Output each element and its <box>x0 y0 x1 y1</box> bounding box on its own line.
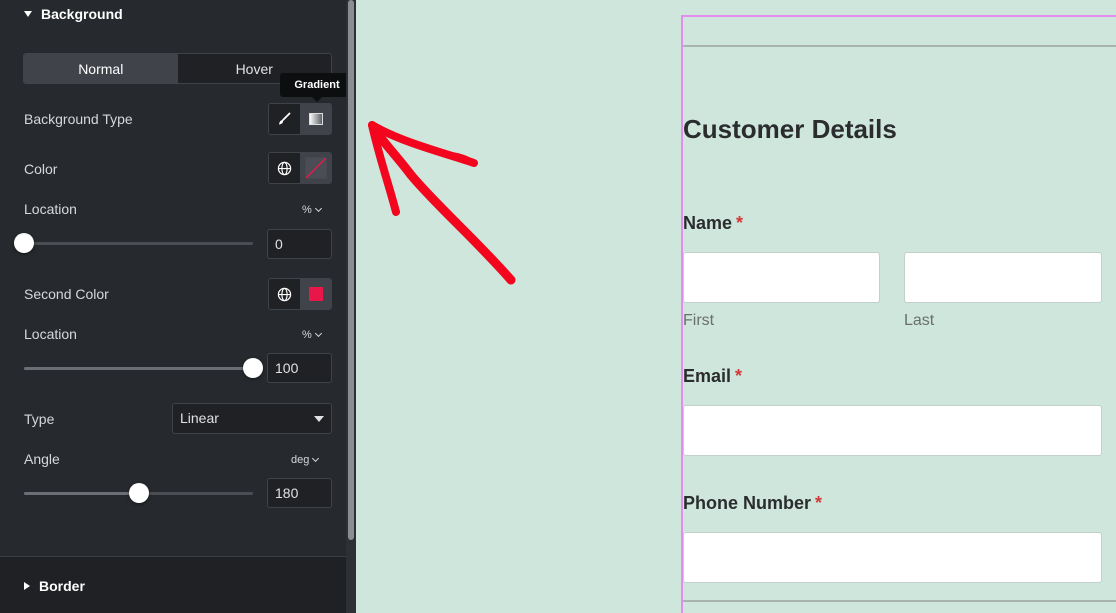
chevron-down-icon <box>314 204 322 213</box>
location-slider[interactable] <box>14 233 253 253</box>
first-name-input[interactable] <box>683 252 880 303</box>
color-swatch-empty[interactable] <box>299 153 331 183</box>
email-input[interactable] <box>683 405 1102 456</box>
border-section-title: Border <box>39 578 85 594</box>
no-color-icon <box>305 157 327 179</box>
globe-icon <box>277 161 291 175</box>
unit-text: % <box>302 329 312 341</box>
email-label: Email * <box>683 366 742 387</box>
second-color-label: Second Color <box>24 286 109 302</box>
location-unit-select-2[interactable]: % <box>302 329 322 341</box>
phone-label-text: Phone Number <box>683 493 812 513</box>
angle-unit-select[interactable]: deg <box>291 454 320 466</box>
second-color-control <box>268 278 332 310</box>
gradient-icon <box>308 113 323 125</box>
last-name-input[interactable] <box>904 252 1102 303</box>
location-unit-select[interactable]: % <box>302 204 322 216</box>
preview-canvas: Customer Details Name * First Last Email *… <box>356 0 1116 613</box>
slider-fill <box>24 492 139 495</box>
color-label: Color <box>24 161 58 177</box>
name-label-text: Name <box>683 213 733 233</box>
location-label: Location <box>24 201 77 217</box>
tab-normal[interactable]: Normal <box>24 54 178 83</box>
border-section-header[interactable]: Border <box>24 578 85 594</box>
required-asterisk: * <box>815 493 823 513</box>
phone-label: Phone Number * <box>683 493 822 514</box>
required-asterisk: * <box>735 366 743 386</box>
gradient-background-button[interactable] <box>299 104 331 134</box>
global-color-button[interactable] <box>269 153 300 183</box>
background-type-control <box>268 103 332 135</box>
background-section-header[interactable]: Background <box>24 6 123 22</box>
color-control <box>268 152 332 184</box>
unit-text: deg <box>291 454 310 466</box>
angle-label: Angle <box>24 451 60 467</box>
phone-input[interactable] <box>683 532 1102 583</box>
background-type-label: Background Type <box>24 111 133 127</box>
globe-icon <box>277 287 291 301</box>
chevron-down-icon <box>314 329 322 338</box>
last-sublabel: Last <box>904 312 935 329</box>
caret-right-icon <box>24 582 30 590</box>
dropdown-arrow-icon <box>314 416 324 422</box>
chevron-down-icon <box>312 454 320 463</box>
panel-scrollbar[interactable] <box>346 0 356 613</box>
scrollbar-thumb[interactable] <box>348 0 354 540</box>
slider-handle[interactable] <box>243 358 263 378</box>
section-title: Background <box>41 6 123 22</box>
form-title: Customer Details <box>683 114 897 144</box>
selected-section-outline <box>681 15 1116 613</box>
angle-input[interactable]: 180 <box>267 478 332 508</box>
select-value: Linear <box>180 410 219 426</box>
color-chip <box>308 287 323 301</box>
slider-fill <box>24 367 253 370</box>
angle-slider[interactable] <box>24 483 253 503</box>
bottom-divider <box>683 600 1116 602</box>
email-label-text: Email <box>683 366 732 386</box>
type-label: Type <box>24 411 55 427</box>
gradient-tooltip: Gradient <box>280 73 354 102</box>
annotation-arrow <box>368 121 516 285</box>
second-color-swatch[interactable] <box>299 279 331 309</box>
name-label: Name * <box>683 213 743 234</box>
slider-handle[interactable] <box>14 233 34 253</box>
required-asterisk: * <box>736 213 744 233</box>
location-label-2: Location <box>24 326 77 342</box>
slider-handle[interactable] <box>128 483 149 503</box>
location-input-2[interactable]: 100 <box>267 353 332 383</box>
top-divider <box>683 45 1116 47</box>
caret-down-icon <box>24 11 32 17</box>
global-second-color-button[interactable] <box>269 279 300 309</box>
paint-brush-icon <box>279 112 291 125</box>
first-sublabel: First <box>683 312 715 329</box>
location-input[interactable]: 0 <box>267 229 332 259</box>
unit-text: % <box>302 204 312 216</box>
location-slider-2[interactable] <box>24 358 263 378</box>
gradient-type-select[interactable]: Linear <box>172 403 332 434</box>
classic-background-button[interactable] <box>269 104 300 134</box>
editor-panel: Background Normal Hover Gradient Backgro… <box>0 0 356 613</box>
